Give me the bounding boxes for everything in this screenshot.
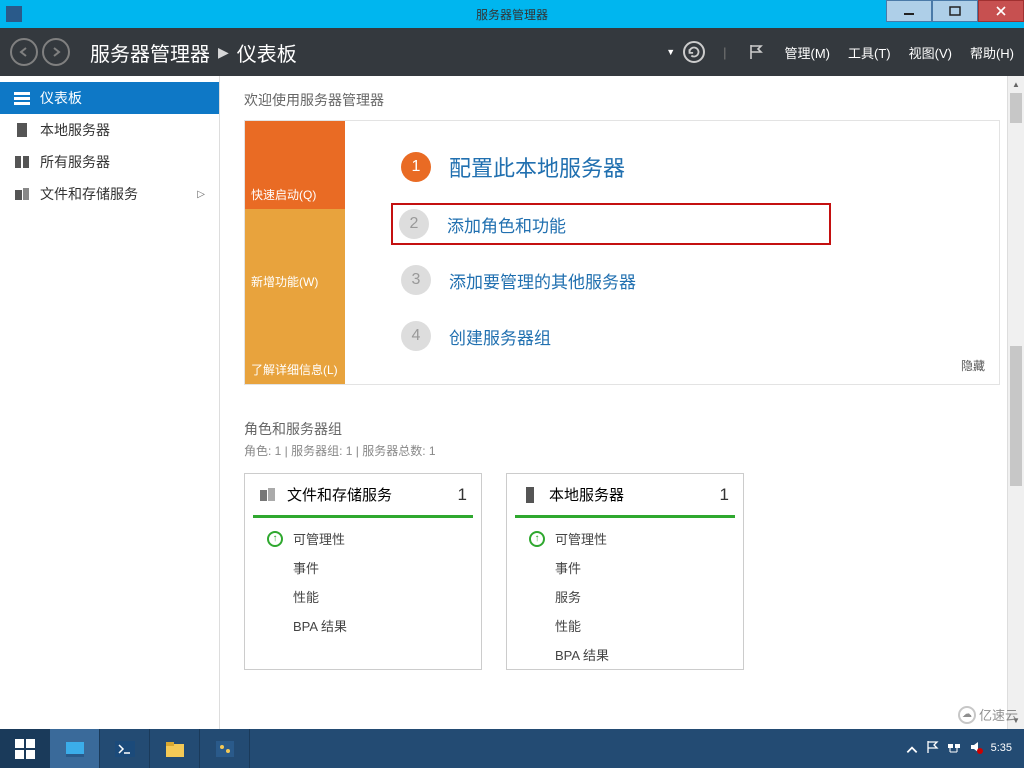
- chevron-right-icon: ▶: [218, 44, 229, 61]
- tray-network-icon[interactable]: [947, 740, 961, 757]
- storage-icon: [259, 486, 277, 504]
- minimize-button[interactable]: [886, 0, 932, 22]
- tile-file-storage[interactable]: 文件和存储服务 1 ↑可管理性 事件 性能 BPA 结果: [244, 473, 482, 670]
- scroll-thumb[interactable]: [1010, 346, 1022, 486]
- tile-row-manageability[interactable]: ↑可管理性: [245, 524, 481, 553]
- tile-row-services[interactable]: 服务: [507, 582, 743, 611]
- breadcrumb-page: 仪表板: [237, 38, 297, 67]
- storage-icon: [14, 186, 30, 202]
- sidebar-item-label: 文件和存储服务: [40, 184, 138, 204]
- vertical-scrollbar[interactable]: ▲ ▼: [1007, 76, 1024, 729]
- step-label: 添加要管理的其他服务器: [449, 268, 636, 293]
- status-bar: [253, 515, 473, 518]
- window-titlebar: 服务器管理器: [0, 0, 1024, 28]
- app-icon: [6, 6, 22, 22]
- taskbar: 5:35: [0, 729, 1024, 768]
- qs-step-add-roles[interactable]: 2 添加角色和功能: [391, 203, 831, 245]
- nav-forward-button[interactable]: [42, 38, 70, 66]
- cloud-icon: ☁: [958, 706, 976, 724]
- tile-row-events[interactable]: 事件: [507, 553, 743, 582]
- hide-link[interactable]: 隐藏: [961, 357, 985, 374]
- scroll-thumb[interactable]: [1010, 93, 1022, 123]
- roles-heading: 角色和服务器组: [244, 419, 1000, 439]
- scroll-up-button[interactable]: ▲: [1008, 76, 1024, 93]
- window-title: 服务器管理器: [476, 6, 548, 23]
- tile-title: 本地服务器: [549, 484, 624, 505]
- step-number-2: 2: [399, 209, 429, 239]
- notifications-flag-icon[interactable]: [745, 41, 767, 63]
- dashboard-icon: [14, 90, 30, 106]
- breadcrumb: 服务器管理器 ▶ 仪表板: [90, 38, 297, 67]
- quickstart-body: 1 配置此本地服务器 2 添加角色和功能 3 添加要管理的其他服务器 4 创建服…: [345, 121, 999, 384]
- servers-icon: [14, 154, 30, 170]
- chevron-right-icon: ▷: [197, 189, 205, 200]
- roles-subheading: 角色: 1 | 服务器组: 1 | 服务器总数: 1: [244, 442, 1000, 459]
- step-label: 添加角色和功能: [447, 212, 566, 237]
- sidebar-item-label: 所有服务器: [40, 152, 110, 172]
- tray-sound-icon[interactable]: [969, 740, 983, 757]
- tray-flag-icon[interactable]: [925, 740, 939, 757]
- watermark: ☁ 亿速云: [958, 705, 1018, 724]
- sidebar: 仪表板 本地服务器 所有服务器 文件和存储服务 ▷: [0, 76, 220, 729]
- sidebar-item-file-storage[interactable]: 文件和存储服务 ▷: [0, 178, 219, 210]
- tile-row-bpa[interactable]: BPA 结果: [507, 640, 743, 669]
- nav-back-button[interactable]: [10, 38, 38, 66]
- sidebar-item-local-server[interactable]: 本地服务器: [0, 114, 219, 146]
- welcome-heading: 欢迎使用服务器管理器: [244, 90, 1000, 110]
- tile-title: 文件和存储服务: [287, 484, 392, 505]
- taskbar-powershell[interactable]: [100, 729, 150, 768]
- taskbar-app[interactable]: [200, 729, 250, 768]
- quickstart-panel: 快速启动(Q) 新增功能(W) 了解详细信息(L) 1 配置此本地服务器 2 添…: [244, 120, 1000, 385]
- arrow-up-icon: ↑: [529, 531, 545, 547]
- step-label: 创建服务器组: [449, 324, 551, 349]
- system-tray: 5:35: [893, 729, 1024, 768]
- breadcrumb-app: 服务器管理器: [90, 38, 210, 67]
- step-number-3: 3: [401, 265, 431, 295]
- header-dropdown-icon[interactable]: ▼: [666, 47, 675, 57]
- tile-row-performance[interactable]: 性能: [245, 582, 481, 611]
- sidebar-item-label: 仪表板: [40, 88, 82, 108]
- main-content: 欢迎使用服务器管理器 快速启动(Q) 新增功能(W) 了解详细信息(L) 1 配…: [220, 76, 1024, 729]
- step-label: 配置此本地服务器: [449, 151, 625, 183]
- tab-quickstart[interactable]: 快速启动(Q): [245, 121, 345, 209]
- menu-view[interactable]: 视图(V): [909, 43, 952, 62]
- tile-count: 1: [720, 485, 729, 505]
- tile-row-performance[interactable]: 性能: [507, 611, 743, 640]
- qs-step-create-group[interactable]: 4 创建服务器组: [393, 315, 971, 357]
- maximize-button[interactable]: [932, 0, 978, 22]
- refresh-icon[interactable]: [683, 41, 705, 63]
- tab-whatsnew[interactable]: 新增功能(W): [245, 209, 345, 297]
- tile-local-server[interactable]: 本地服务器 1 ↑可管理性 事件 服务 性能 BPA 结果: [506, 473, 744, 670]
- tile-row-events[interactable]: 事件: [245, 553, 481, 582]
- tray-overflow-icon[interactable]: [905, 743, 917, 755]
- arrow-up-icon: ↑: [267, 531, 283, 547]
- menu-manage[interactable]: 管理(M): [785, 43, 831, 62]
- sidebar-item-label: 本地服务器: [40, 120, 110, 140]
- tab-learnmore[interactable]: 了解详细信息(L): [245, 296, 345, 384]
- step-number-4: 4: [401, 321, 431, 351]
- step-number-1: 1: [401, 152, 431, 182]
- menu-help[interactable]: 帮助(H): [970, 43, 1014, 62]
- taskbar-server-manager[interactable]: [50, 729, 100, 768]
- tile-row-manageability[interactable]: ↑可管理性: [507, 524, 743, 553]
- close-button[interactable]: [978, 0, 1024, 22]
- server-icon: [14, 122, 30, 138]
- window-controls: [886, 0, 1024, 28]
- sidebar-item-dashboard[interactable]: 仪表板: [0, 82, 219, 114]
- qs-step-configure[interactable]: 1 配置此本地服务器: [393, 145, 971, 189]
- role-tiles: 文件和存储服务 1 ↑可管理性 事件 性能 BPA 结果 本地服务器 1 ↑可管…: [244, 473, 1000, 670]
- sidebar-item-all-servers[interactable]: 所有服务器: [0, 146, 219, 178]
- server-icon: [521, 486, 539, 504]
- quickstart-tabs: 快速启动(Q) 新增功能(W) 了解详细信息(L): [245, 121, 345, 384]
- qs-step-add-servers[interactable]: 3 添加要管理的其他服务器: [393, 259, 971, 301]
- header-bar: 服务器管理器 ▶ 仪表板 ▼ | 管理(M) 工具(T) 视图(V) 帮助(H): [0, 28, 1024, 76]
- taskbar-explorer[interactable]: [150, 729, 200, 768]
- tray-clock[interactable]: 5:35: [991, 742, 1012, 755]
- separator: |: [723, 45, 726, 60]
- tile-count: 1: [458, 485, 467, 505]
- status-bar: [515, 515, 735, 518]
- tile-row-bpa[interactable]: BPA 结果: [245, 611, 481, 640]
- menu-tools[interactable]: 工具(T): [848, 43, 891, 62]
- start-button[interactable]: [0, 729, 50, 768]
